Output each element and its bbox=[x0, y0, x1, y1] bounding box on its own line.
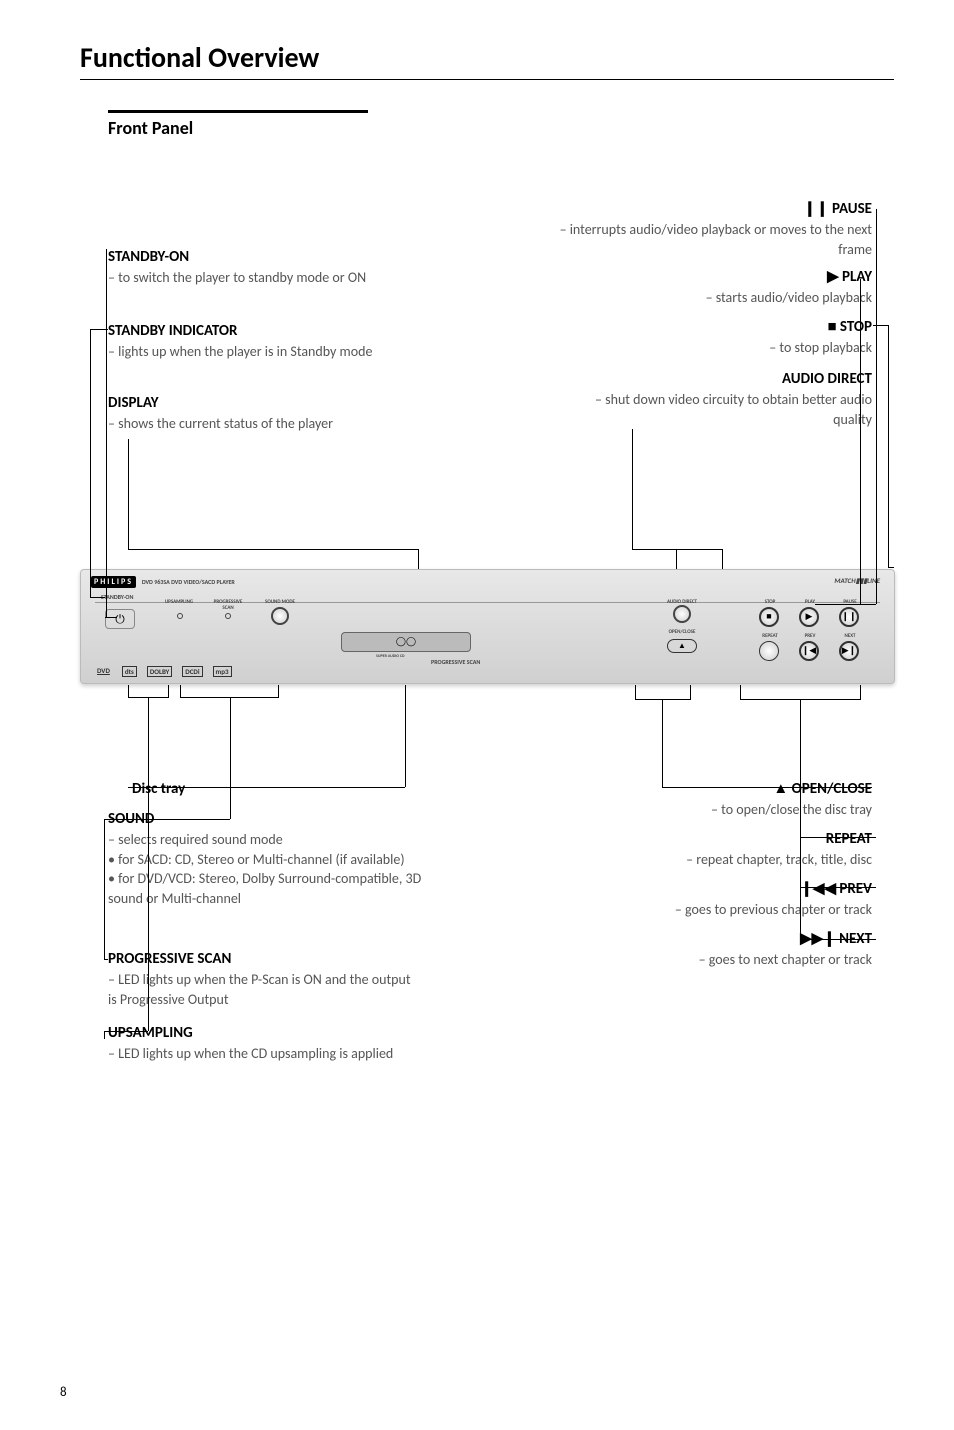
label-desc: – goes to next chapter or track bbox=[562, 950, 872, 970]
label-desc: – interrupts audio/video playback or mov… bbox=[552, 220, 872, 259]
diagram-area: STANDBY-ON – to switch the player to sta… bbox=[80, 199, 894, 1249]
section-title: Front Panel bbox=[108, 110, 368, 139]
device-top-row: PHILIPS DVD 963SA DVD VIDEO/SACD PLAYER … bbox=[91, 576, 884, 596]
label-repeat: REPEAT – repeat chapter, track, title, d… bbox=[562, 829, 872, 870]
label-desc: – repeat chapter, track, title, disc bbox=[562, 850, 872, 870]
model-text: DVD 963SA DVD VIDEO/SACD PLAYER bbox=[142, 578, 235, 586]
prev-button[interactable]: ❙◀ bbox=[799, 641, 819, 661]
label-head: ❙◀◀ PREV bbox=[562, 879, 872, 900]
label-pause: ❙❙ PAUSE – interrupts audio/video playba… bbox=[552, 199, 872, 259]
label-desc: – LED lights up when the CD upsampling i… bbox=[108, 1044, 408, 1064]
label-head: UPSAMPLING bbox=[108, 1023, 408, 1044]
label-head: ■ STOP bbox=[562, 317, 872, 338]
label-display: DISPLAY – shows the current status of th… bbox=[108, 393, 418, 434]
label-standby-indicator: STANDBY INDICATOR – lights up when the p… bbox=[108, 321, 428, 362]
play-button[interactable]: ▶ bbox=[799, 607, 819, 627]
label-desc: – shows the current status of the player bbox=[108, 414, 418, 434]
label-head: ▶ PLAY bbox=[562, 267, 872, 288]
prev-label: PREV bbox=[795, 633, 825, 639]
label-head: ❙❙ PAUSE bbox=[552, 199, 872, 220]
brand-logo: PHILIPS bbox=[91, 576, 136, 588]
dcdi-logo: DCDi bbox=[182, 666, 202, 677]
soundmode-label: SOUND MODE bbox=[253, 599, 307, 605]
label-head: ▲ OPEN/CLOSE bbox=[562, 779, 872, 800]
label-desc: – selects required sound mode bbox=[108, 830, 428, 850]
label-head: PROGRESSIVE SCAN bbox=[108, 949, 418, 970]
label-upsampling: UPSAMPLING – LED lights up when the CD u… bbox=[108, 1023, 408, 1064]
page-title: Functional Overview bbox=[80, 40, 894, 80]
label-stop: ■ STOP – to stop playback bbox=[562, 317, 872, 358]
label-audio-direct: AUDIO DIRECT – shut down video circuity … bbox=[562, 369, 872, 429]
label-desc: – lights up when the player is in Standb… bbox=[108, 342, 428, 362]
label-disc-tray: Disc tray bbox=[132, 779, 432, 800]
open-close-button[interactable]: ▲ bbox=[667, 639, 697, 653]
progscan-label: PROGRESSIVE SCAN bbox=[203, 599, 253, 611]
matchline-logo: MATCH▮▮▮LINE bbox=[834, 576, 880, 585]
device-controls: STANDBY-ON ⏻ UPSAMPLING PROGRESSIVE SCAN… bbox=[95, 602, 880, 638]
device-illustration: PHILIPS DVD 963SA DVD VIDEO/SACD PLAYER … bbox=[80, 569, 895, 684]
next-label: NEXT bbox=[835, 633, 865, 639]
dolby-logo: DOLBY bbox=[147, 666, 172, 677]
label-head: AUDIO DIRECT bbox=[562, 369, 872, 390]
mp3-logo: mp3 bbox=[213, 666, 232, 677]
page-number: 8 bbox=[60, 1385, 67, 1400]
next-button[interactable]: ▶❙ bbox=[839, 641, 859, 661]
disc-tray-icon: ◯◯ bbox=[341, 632, 471, 652]
label-sound: SOUND – selects required sound mode • fo… bbox=[108, 809, 428, 908]
format-logos: DVD dts DOLBY DCDi mp3 bbox=[95, 666, 232, 677]
label-head: Disc tray bbox=[132, 779, 432, 800]
upsampling-label: UPSAMPLING bbox=[157, 599, 201, 605]
label-head: REPEAT bbox=[562, 829, 872, 850]
repeat-button[interactable] bbox=[759, 641, 779, 661]
label-desc: – LED lights up when the P-Scan is ON an… bbox=[108, 970, 418, 1009]
label-next: ▶▶❙ NEXT – goes to next chapter or track bbox=[562, 929, 872, 970]
open-close-label: OPEN/CLOSE bbox=[657, 629, 707, 635]
label-desc: • for DVD/VCD: Stereo, Dolby Surround-co… bbox=[108, 869, 428, 908]
repeat-label: REPEAT bbox=[755, 633, 785, 639]
label-prog-scan: PROGRESSIVE SCAN – LED lights up when th… bbox=[108, 949, 418, 1009]
label-desc: – shut down video circuity to obtain bet… bbox=[562, 390, 872, 429]
super-audio-label: SUPER AUDIO CD bbox=[376, 654, 405, 659]
dts-logo: dts bbox=[122, 666, 137, 677]
stop-button[interactable]: ■ bbox=[759, 607, 779, 627]
label-head: STANDBY-ON bbox=[108, 247, 418, 268]
dvd-logo: DVD bbox=[95, 666, 112, 677]
label-open-close: ▲ OPEN/CLOSE – to open/close the disc tr… bbox=[562, 779, 872, 820]
stop-label: STOP bbox=[755, 599, 785, 605]
label-desc: – to stop playback bbox=[562, 338, 872, 358]
label-prev: ❙◀◀ PREV – goes to previous chapter or t… bbox=[562, 879, 872, 920]
label-desc: – goes to previous chapter or track bbox=[562, 900, 872, 920]
label-play: ▶ PLAY – starts audio/video playback bbox=[562, 267, 872, 308]
sound-mode-knob[interactable] bbox=[271, 607, 289, 625]
label-head: STANDBY INDICATOR bbox=[108, 321, 428, 342]
audio-direct-button[interactable] bbox=[673, 605, 691, 623]
label-standby-on: STANDBY-ON – to switch the player to sta… bbox=[108, 247, 418, 288]
label-head: DISPLAY bbox=[108, 393, 418, 414]
progressive-scan-text: PROGRESSIVE SCAN bbox=[431, 658, 480, 666]
power-button[interactable]: ⏻ bbox=[105, 609, 135, 629]
label-desc: – starts audio/video playback bbox=[562, 288, 872, 308]
label-desc: – to switch the player to standby mode o… bbox=[108, 268, 418, 288]
label-desc: • for SACD: CD, Stereo or Multi-channel … bbox=[108, 850, 428, 870]
pause-button[interactable]: ❙❙ bbox=[839, 607, 859, 627]
label-desc: – to open/close the disc tray bbox=[562, 800, 872, 820]
